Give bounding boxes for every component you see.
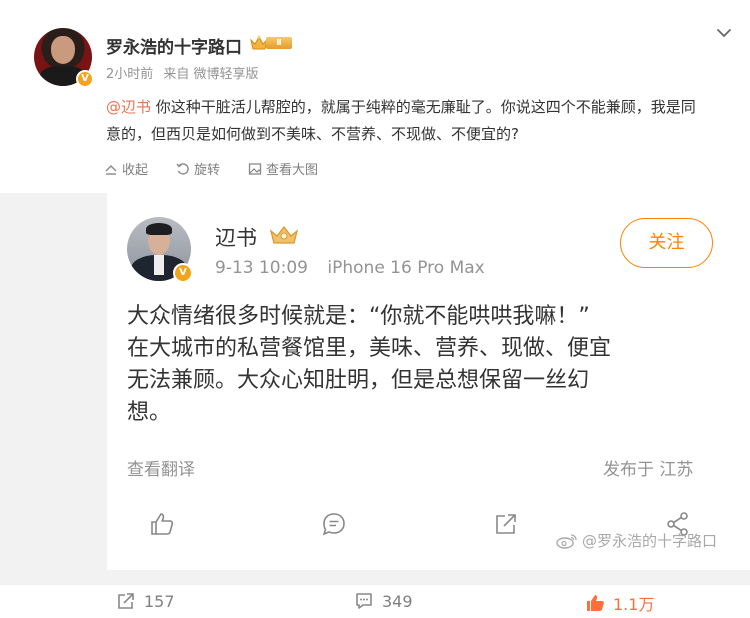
verified-badge-icon: V	[173, 263, 193, 283]
author-name[interactable]: 罗永浩的十字路口	[106, 33, 242, 58]
avatar-shirt	[154, 255, 164, 275]
weibo-logo-icon	[556, 533, 577, 549]
repost-text: 大众情绪很多时候就是：“你就不能哄哄我嘛！” 在大城市的私营餐馆里，美味、营养、…	[127, 301, 707, 429]
image-actions: 收起 旋转 查看大图	[104, 159, 318, 178]
repost-line: 想。	[127, 400, 172, 425]
comment-count: 349	[382, 591, 413, 611]
member-level-badge[interactable]: Ⅱ	[250, 35, 294, 51]
post-time: 2小时前	[106, 67, 154, 82]
rotate-icon	[176, 162, 189, 175]
chevron-down-icon[interactable]	[716, 28, 732, 38]
post-meta: 2小时前 来自 微博轻享版	[106, 63, 265, 82]
verified-badge-icon: V	[76, 70, 94, 88]
avatar-hair	[146, 223, 172, 235]
repost-author-avatar: V	[127, 217, 193, 283]
repost-icon	[496, 514, 516, 534]
repost-meta: 9-13 10:09 iPhone 16 Pro Max	[215, 258, 499, 278]
repost-image[interactable]: V 辺书 9-13 10:09 iPhone 16 Pro Max 关注 大众情…	[107, 193, 750, 570]
comment-icon	[322, 513, 345, 536]
rotate-label: 旋转	[194, 163, 221, 178]
image-icon	[248, 162, 262, 175]
author-avatar[interactable]: V	[34, 28, 94, 88]
level-label: Ⅱ	[266, 37, 292, 49]
crown-icon	[269, 225, 299, 244]
repost-line: 在大城市的私营餐馆里，美味、营养、现做、便宜	[127, 336, 612, 361]
post-body: 你这种干脏活儿帮腔的，就属于纯粹的毫无廉耻了。你说这四个不能兼顾，我是同意的，但…	[106, 98, 696, 143]
watermark-text: @罗永浩的十字路口	[582, 532, 718, 550]
repost-count: 157	[144, 591, 175, 611]
repost-button[interactable]: 157	[116, 591, 175, 611]
thumbs-up-icon	[151, 513, 174, 535]
collapse-label: 收起	[122, 163, 149, 178]
repost-author-name: 辺书	[215, 226, 257, 250]
rotate-button[interactable]: 旋转	[176, 159, 220, 178]
avatar-face	[51, 36, 75, 64]
post-card: V 罗永浩的十字路口 Ⅱ 2小时前 来自 微博轻享版 @辺书 你这种干脏活儿帮腔…	[0, 0, 750, 193]
publish-location: 发布于 江苏	[603, 460, 694, 480]
thumbs-up-icon	[587, 595, 604, 611]
repost-icon	[118, 593, 134, 609]
watermark: @罗永浩的十字路口	[556, 530, 717, 551]
comment-icon	[356, 593, 372, 609]
collapse-button[interactable]: 收起	[104, 159, 148, 178]
bottom-action-bar: 157 349 1.1万	[0, 585, 750, 618]
repost-line: 无法兼顾。大众心知肚明，但是总想保留一丝幻	[127, 368, 590, 393]
like-count: 1.1万	[613, 595, 655, 614]
comment-button[interactable]: 349	[354, 591, 413, 611]
repost-line: 大众情绪很多时候就是：“你就不能哄哄我嘛！”	[127, 304, 590, 329]
translate-link: 查看翻译	[127, 460, 195, 480]
post-source: 来自 微博轻享版	[163, 67, 259, 82]
mention-link[interactable]: @辺书	[106, 98, 151, 116]
view-large-label: 查看大图	[266, 163, 319, 178]
follow-button: 关注	[620, 218, 713, 268]
view-large-button[interactable]: 查看大图	[248, 159, 318, 178]
post-text: @辺书 你这种干脏活儿帮腔的，就属于纯粹的毫无廉耻了。你说这四个不能兼顾，我是同…	[106, 94, 706, 148]
collapse-icon	[105, 164, 117, 175]
like-button[interactable]: 1.1万	[585, 591, 654, 615]
repost-device: iPhone 16 Pro Max	[327, 258, 485, 278]
repost-date: 9-13 10:09	[215, 258, 308, 278]
